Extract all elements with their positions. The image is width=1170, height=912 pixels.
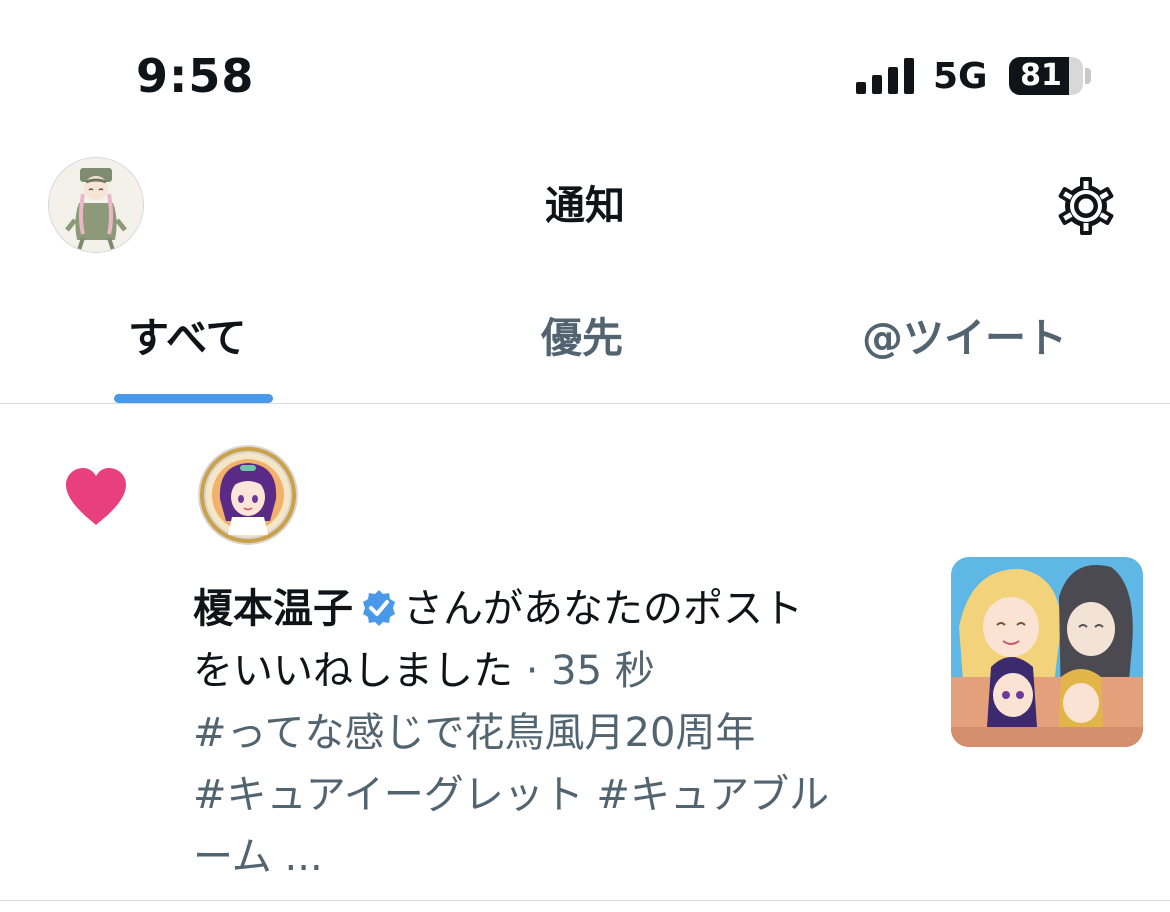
divider xyxy=(0,403,1170,404)
post-image-thumbnail[interactable] xyxy=(951,557,1143,747)
battery-tip xyxy=(1085,68,1091,84)
battery-percent: 81 xyxy=(1020,58,1062,93)
action-text-2: をいいねしました xyxy=(193,648,513,694)
action-text-1: さんがあなたのポスト xyxy=(403,586,803,632)
post-text-line-1: #ってな感じで花鳥風月20周年 xyxy=(193,710,756,756)
tab-mentions[interactable]: @ツイート xyxy=(862,312,1067,364)
heart-icon xyxy=(62,465,130,527)
timestamp: 35 秒 xyxy=(551,648,655,694)
battery-icon: 81 xyxy=(1009,57,1083,95)
active-tab-indicator xyxy=(114,394,273,403)
tab-all[interactable]: すべて xyxy=(128,312,247,364)
gear-icon[interactable] xyxy=(1053,173,1119,239)
tab-priority[interactable]: 優先 xyxy=(541,312,623,364)
post-text-line-2: #キュアイーグレット #キュアブル xyxy=(193,772,830,818)
status-time: 9:58 xyxy=(136,49,255,103)
user-name[interactable]: 榎本温子 xyxy=(193,586,353,632)
divider xyxy=(0,900,1170,901)
liker-avatar[interactable] xyxy=(198,445,298,545)
notification-text: 榎本温子 さんがあなたのポストをいいねしました · 35 秒 #ってな感じで花鳥風月… xyxy=(193,578,913,888)
post-text-line-3: ーム ... xyxy=(193,834,323,880)
network-type: 5G xyxy=(933,56,988,97)
separator-dot: · xyxy=(513,648,552,694)
page-title: 通知 xyxy=(545,183,625,229)
verified-badge-icon xyxy=(359,584,399,626)
signal-icon xyxy=(856,58,914,94)
